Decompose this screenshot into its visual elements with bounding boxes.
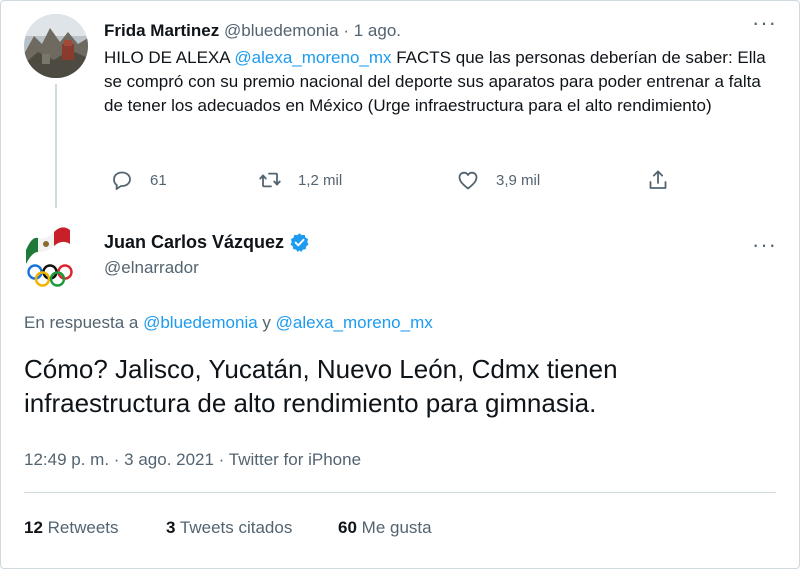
separator: · [343,21,349,40]
verified-badge-icon [290,232,309,252]
quotes-label: Tweets citados [179,518,293,537]
share-button[interactable] [646,166,686,194]
tweet-actions: 61 1,2 mil 3,9 mil [104,166,704,194]
handle[interactable]: @elnarrador [104,258,199,278]
reply-joiner: y [257,313,276,332]
like-count: 3,9 mil [496,171,541,189]
author-name-row: Juan Carlos Vázquez [104,230,310,254]
parent-header: Frida Martinez @bluedemonia · 1 ago. [104,20,401,42]
reply-count: 61 [150,171,167,189]
avatar[interactable] [24,222,88,288]
like-button[interactable]: 3,9 mil [456,166,540,194]
quote-tweets-stat[interactable]: 3 Tweets citados [166,518,292,538]
mention-link[interactable]: @alexa_moreno_mx [276,313,433,332]
tweet-meta[interactable]: 12:49 p. m. · 3 ago. 2021 · Twitter for … [24,450,361,470]
divider [24,492,776,493]
retweet-count: 1,2 mil [298,171,343,189]
reply-context: En respuesta a @bluedemonia y @alexa_mor… [24,313,433,333]
retweets-label: Retweets [47,518,119,537]
quotes-count: 3 [166,518,176,537]
likes-label: Me gusta [361,518,432,537]
retweet-button[interactable]: 1,2 mil [258,166,342,194]
reply-button[interactable]: 61 [110,166,167,194]
tweet-text: HILO DE ALEXA @alexa_moreno_mx FACTS que… [104,46,776,118]
retweet-icon [259,172,281,188]
like-icon [458,171,478,190]
parent-tweet[interactable]: Frida Martinez @bluedemonia · 1 ago. ···… [0,0,800,212]
more-options-button[interactable]: ··· [752,10,777,36]
mention-link[interactable]: @bluedemonia [143,313,258,332]
tweet-text-prefix: HILO DE ALEXA [104,48,235,67]
timestamp[interactable]: 1 ago. [354,21,401,40]
likes-stat[interactable]: 60 Me gusta [338,518,432,538]
thread-line [55,84,57,208]
display-name[interactable]: Frida Martinez [104,21,219,40]
reply-icon [113,171,131,190]
retweets-count: 12 [24,518,43,537]
mention-link[interactable]: @alexa_moreno_mx [234,48,391,67]
tweet-text: Cómo? Jalisco, Yucatán, Nuevo León, Cdmx… [24,354,618,418]
retweets-stat[interactable]: 12 Retweets [24,518,119,538]
likes-count: 60 [338,518,357,537]
display-name[interactable]: Juan Carlos Vázquez [104,230,284,254]
handle[interactable]: @bluedemonia [224,21,339,40]
reply-prefix: En respuesta a [24,313,144,332]
avatar[interactable] [24,14,88,78]
share-icon [649,170,667,189]
more-options-button[interactable]: ··· [752,232,777,258]
